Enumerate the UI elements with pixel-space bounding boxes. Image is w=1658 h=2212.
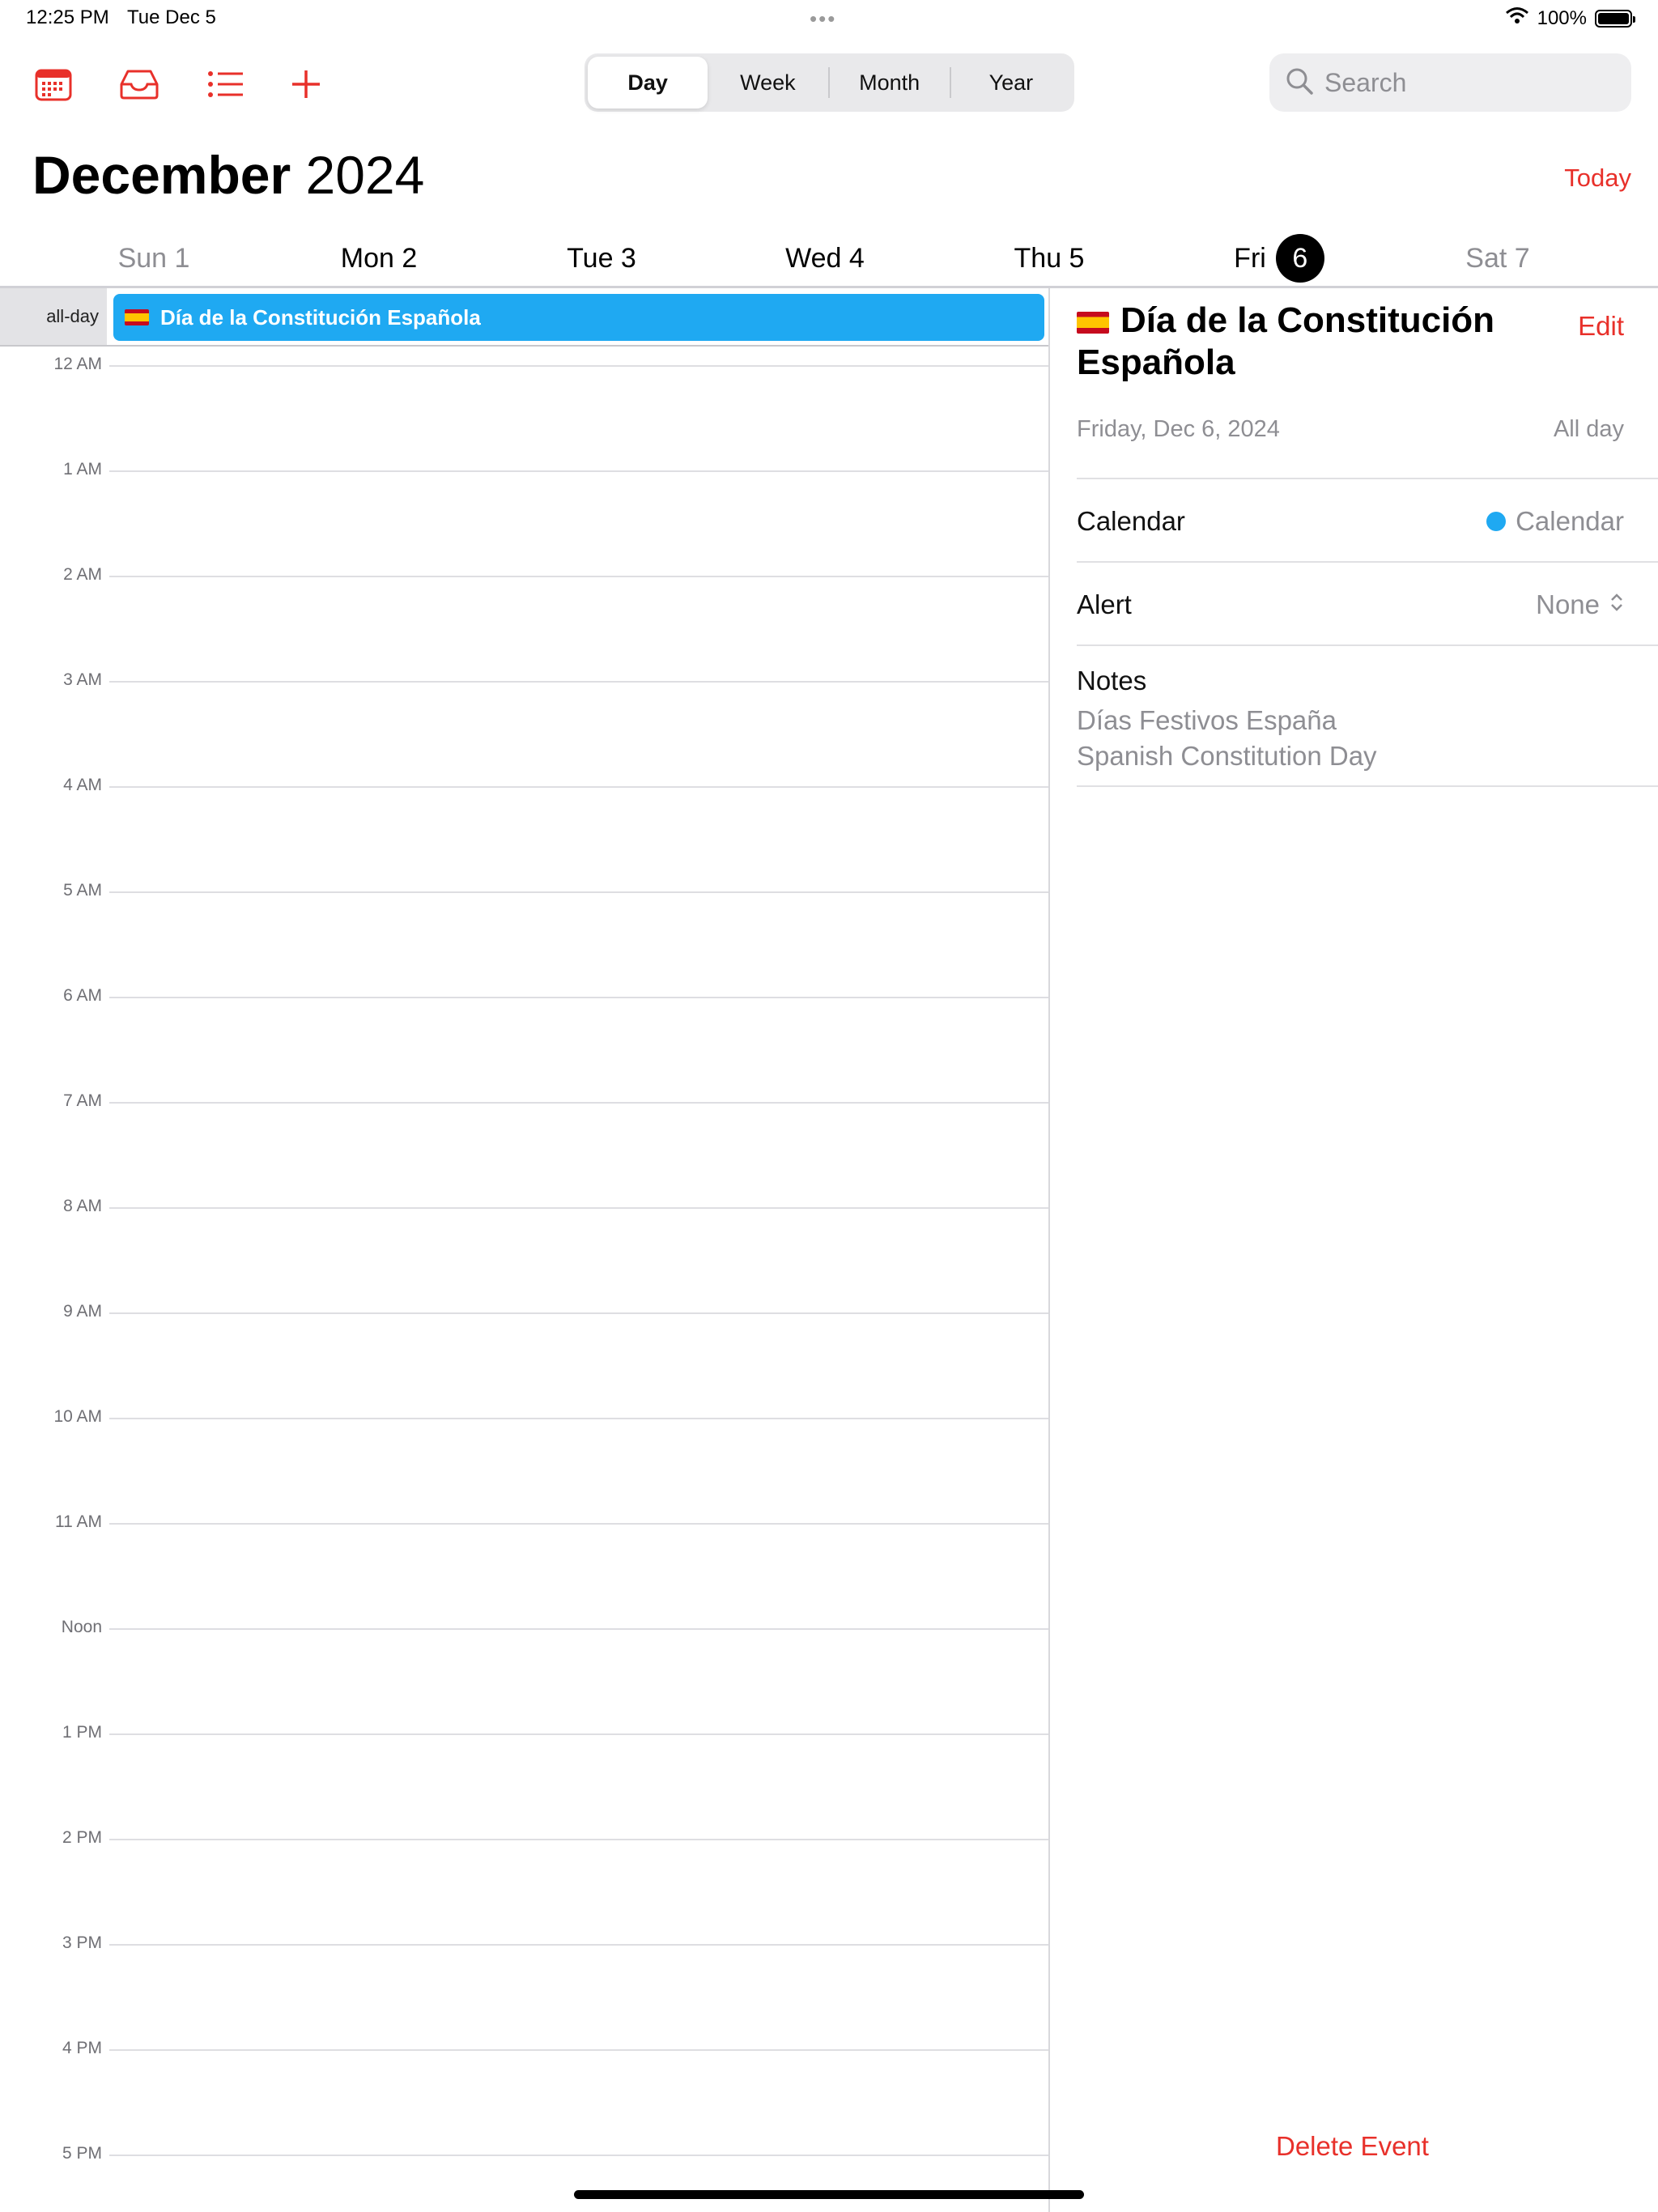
allday-event[interactable]: Día de la Constitución Española — [113, 294, 1044, 341]
hour-label: 12 AM — [53, 355, 102, 373]
tab-year[interactable]: Year — [951, 57, 1071, 108]
hour-line — [109, 2049, 1048, 2051]
notes-label: Notes — [1077, 666, 1147, 696]
day-tue[interactable]: Tue 3 — [529, 230, 674, 287]
hour-line — [109, 1733, 1048, 1735]
month-title: December 2024 — [32, 144, 424, 206]
year-name: 2024 — [305, 145, 425, 205]
day-mon[interactable]: Mon 2 — [306, 230, 452, 287]
hour-label: 1 AM — [63, 460, 102, 479]
hour-label: 4 PM — [62, 2039, 102, 2057]
search-icon — [1286, 67, 1313, 99]
hour-label: 6 AM — [63, 986, 102, 1005]
hour-label: 10 AM — [53, 1407, 102, 1426]
day-sun[interactable]: Sun 1 — [81, 230, 227, 287]
inbox-icon[interactable] — [117, 62, 162, 107]
hour-label: 8 AM — [63, 1197, 102, 1215]
status-date: Tue Dec 5 — [127, 6, 216, 28]
pane-divider — [1048, 288, 1050, 2212]
separator — [1077, 561, 1658, 563]
hour-line — [109, 1944, 1048, 1946]
hour-line — [109, 891, 1048, 893]
tab-week[interactable]: Week — [708, 57, 827, 108]
note-line: Spanish Constitution Day — [1077, 741, 1377, 771]
allday-label: all-day — [46, 306, 99, 326]
tab-day[interactable]: Day — [588, 57, 708, 108]
hour-line — [109, 997, 1048, 998]
hour-line — [109, 1628, 1048, 1630]
allday-event-title: Día de la Constitución Española — [160, 304, 481, 330]
hour-line — [109, 2155, 1048, 2156]
battery-percent: 100% — [1537, 6, 1587, 29]
event-all-day: All day — [1553, 416, 1624, 442]
status-right: 100% — [1505, 6, 1635, 30]
hour-label: 1 PM — [62, 1723, 102, 1742]
wifi-icon — [1505, 6, 1529, 30]
multitasking-dots[interactable]: ••• — [810, 6, 836, 32]
add-icon[interactable] — [283, 62, 329, 107]
separator — [1077, 478, 1658, 479]
event-detail-title: Día de la Constitución Española — [1077, 300, 1554, 384]
status-time: 12:25 PM — [26, 6, 109, 28]
hour-line — [109, 1207, 1048, 1209]
allday-separator — [0, 345, 1049, 347]
hour-line — [109, 1523, 1048, 1525]
week-strip: Sun 1 Mon 2 Tue 3 Wed 4 Thu 5 Fri 6 Sat … — [0, 230, 1658, 287]
list-icon[interactable] — [203, 62, 249, 107]
hour-label: 3 PM — [62, 1933, 102, 1952]
month-name: December — [32, 145, 291, 205]
day-sat[interactable]: Sat 7 — [1425, 230, 1571, 287]
hour-label: 9 AM — [63, 1302, 102, 1321]
hour-label: 3 AM — [63, 670, 102, 689]
spain-flag-icon — [1077, 311, 1109, 334]
day-fri-selected[interactable]: Fri 6 — [1206, 230, 1352, 287]
day-fri-label: Fri — [1234, 242, 1266, 274]
event-title-text: Día de la Constitución Española — [1077, 300, 1495, 382]
hour-label: Noon — [61, 1618, 102, 1636]
battery-icon — [1595, 9, 1635, 28]
search-field — [1269, 53, 1658, 112]
separator — [1077, 644, 1658, 646]
calendar-color-dot — [1486, 512, 1507, 531]
selected-day-circle: 6 — [1275, 234, 1324, 283]
note-line: Días Festivos España — [1077, 705, 1337, 735]
hour-line — [109, 786, 1048, 788]
calendar-row-label: Calendar — [1077, 506, 1185, 536]
hour-line — [109, 365, 1048, 367]
alert-value: None — [1536, 589, 1600, 619]
up-down-chevron-icon — [1609, 589, 1624, 620]
search-input[interactable] — [1323, 66, 1658, 99]
week-divider — [0, 286, 1658, 288]
edit-button[interactable]: Edit — [1578, 311, 1624, 342]
separator — [1077, 785, 1658, 787]
event-date: Friday, Dec 6, 2024 — [1077, 416, 1280, 442]
home-indicator — [574, 2190, 1084, 2199]
alert-selector[interactable]: None — [1536, 589, 1624, 620]
hour-line — [109, 681, 1048, 683]
hour-label: 2 PM — [62, 1828, 102, 1847]
hour-line — [109, 1418, 1048, 1419]
calendars-icon[interactable] — [31, 62, 76, 107]
hour-label: 11 AM — [55, 1512, 102, 1531]
hour-line — [109, 470, 1048, 472]
today-button[interactable]: Today — [1564, 164, 1631, 193]
view-switcher: Day Week Month Year — [585, 53, 1074, 112]
hour-line — [109, 1102, 1048, 1104]
tab-month[interactable]: Month — [830, 57, 950, 108]
hour-label: 4 AM — [63, 776, 102, 794]
spain-flag-icon — [125, 309, 149, 325]
hour-label: 5 PM — [62, 2144, 102, 2163]
alert-row-label: Alert — [1077, 589, 1132, 619]
hour-label: 5 AM — [63, 881, 102, 900]
calendar-row-value[interactable]: Calendar — [1486, 506, 1624, 537]
hour-line — [109, 576, 1048, 577]
hour-line — [109, 1312, 1048, 1314]
day-thu[interactable]: Thu 5 — [976, 230, 1122, 287]
hour-label: 7 AM — [63, 1091, 102, 1110]
delete-event-button[interactable]: Delete Event — [1276, 2131, 1429, 2162]
day-wed[interactable]: Wed 4 — [752, 230, 898, 287]
calendar-name: Calendar — [1516, 506, 1624, 536]
hour-line — [109, 1839, 1048, 1840]
hour-label: 2 AM — [63, 565, 102, 584]
